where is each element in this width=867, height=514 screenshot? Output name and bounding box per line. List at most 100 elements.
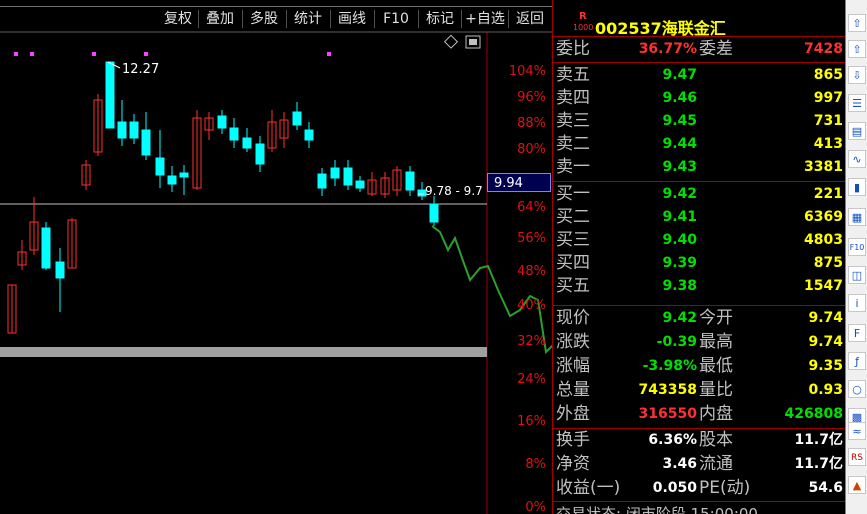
weicha-value: 7428 (804, 41, 843, 57)
fuquan-button[interactable]: 复权 (158, 8, 198, 30)
total-volume: 743358 (638, 382, 697, 398)
back-button[interactable]: 返回 (510, 8, 550, 30)
eps-value: 0.050 (652, 480, 697, 496)
candle-body (117, 121, 127, 139)
margin-mark: R (579, 11, 587, 22)
sell-volume: 3381 (804, 159, 843, 175)
quote-label: 涨幅 (556, 356, 590, 376)
sell-row[interactable]: 卖一 9.43 3381 (553, 156, 845, 179)
quote-label: 最低 (699, 356, 733, 376)
fund-label: 净资 (556, 454, 590, 474)
pct-label: 88% (517, 116, 546, 131)
down-arrow-outline-icon[interactable]: ⇩ (848, 66, 866, 84)
candle-icon[interactable]: ▮ (848, 178, 866, 196)
fund-label: 流通 (699, 454, 733, 474)
sell-label: 卖三 (556, 111, 590, 131)
buy-row[interactable]: 买二 9.41 6369 (553, 206, 845, 229)
sell-row[interactable]: 卖四 9.46 997 (553, 87, 845, 110)
sell-price: 9.44 (662, 136, 697, 152)
quote-label: 涨跌 (556, 332, 590, 352)
toolbar-divider (508, 10, 509, 28)
sell-price: 9.46 (662, 90, 697, 106)
buy-row[interactable]: 买一 9.42 221 (553, 183, 845, 206)
up-arrow-outline-icon[interactable]: ⇧ (848, 40, 866, 58)
chart-icon[interactable]: ◫ (848, 266, 866, 284)
quote-row: 外盘 316550 内盘 426808 (553, 403, 845, 426)
toolbar-divider (330, 10, 331, 28)
quote-label: 内盘 (699, 404, 733, 424)
sell-volume: 865 (813, 67, 843, 83)
wave-icon[interactable]: ≈ (848, 422, 866, 440)
sell-row[interactable]: 卖五 9.47 865 (553, 64, 845, 87)
event-marker (327, 52, 331, 56)
sell-price: 9.47 (662, 67, 697, 83)
divider (553, 36, 845, 37)
buy-row[interactable]: 买四 9.39 875 (553, 252, 845, 275)
pct-label: 40% (517, 298, 546, 313)
turnover-value: 6.36% (648, 432, 697, 448)
fund-label: 换手 (556, 430, 590, 450)
toolbar-divider (242, 10, 243, 28)
list-icon[interactable]: ☰ (848, 94, 866, 112)
fx-icon[interactable]: ƒ (848, 352, 866, 370)
quote-label: 总量 (556, 380, 590, 400)
rsi-icon[interactable]: RS (848, 448, 866, 466)
multi-stock-button[interactable]: 多股 (244, 8, 284, 30)
statistics-button[interactable]: 统计 (288, 8, 328, 30)
add-watchlist-button[interactable]: +自选 (462, 8, 508, 30)
candle-body (229, 127, 239, 141)
pct-label: 0% (525, 500, 546, 514)
buy-price: 9.39 (662, 255, 697, 271)
sell-label: 卖五 (556, 65, 590, 85)
divider (553, 181, 845, 182)
sell-row[interactable]: 卖三 9.45 731 (553, 110, 845, 133)
diamond-icon (443, 34, 459, 49)
buy-row[interactable]: 买三 9.40 4803 (553, 229, 845, 252)
quote-label: 现价 (556, 308, 590, 328)
f10-button[interactable]: F10 (376, 8, 416, 30)
candle-body (330, 167, 340, 179)
candle-body (55, 261, 65, 279)
quote-row: 涨幅 -3.98% 最低 9.35 (553, 355, 845, 378)
quote-label: 今开 (699, 308, 733, 328)
up-arrow-icon[interactable]: ⇧ (848, 14, 866, 32)
max-price-label: 12.27 (122, 62, 159, 77)
line-chart-icon[interactable]: ∿ (848, 150, 866, 168)
pct-label: 16% (517, 414, 546, 429)
up-icon[interactable]: ▲ (848, 476, 866, 494)
fund-label: 收益(一) (556, 478, 621, 498)
pct-label: 8% (525, 457, 546, 472)
share-capital: 11.7亿 (794, 432, 843, 448)
buy-label: 买三 (556, 230, 590, 250)
mark-button[interactable]: 标记 (420, 8, 460, 30)
table-icon[interactable]: ▦ (848, 208, 866, 226)
candle-body (141, 129, 151, 156)
sell-price: 9.45 (662, 113, 697, 129)
app-window: 12.27 9.78 - 9.7 复权 叠加 多股 统计 画线 F10 标记 +自… (0, 0, 867, 514)
bar-chart-icon[interactable]: ▤ (848, 122, 866, 140)
margin-mark-sub: 1000 (573, 23, 594, 32)
quote-row: 现价 9.42 今开 9.74 (553, 307, 845, 330)
buy-label: 买四 (556, 253, 590, 273)
change-value: -0.39 (656, 334, 697, 350)
sell-row[interactable]: 卖二 9.44 413 (553, 133, 845, 156)
candle-body (255, 143, 265, 165)
f-icon[interactable]: F (848, 324, 866, 342)
circle-icon[interactable]: ○ (848, 380, 866, 398)
sell-volume: 997 (813, 90, 843, 106)
fund-row: 净资 3.46 流通 11.7亿 (553, 453, 845, 476)
outer-volume: 316550 (638, 406, 697, 422)
kline-chart[interactable]: 12.27 9.78 - 9.7 (0, 0, 552, 514)
fund-row: 换手 6.36% 股本 11.7亿 (553, 429, 845, 452)
pct-label: 96% (517, 90, 546, 105)
sell-price: 9.43 (662, 159, 697, 175)
info-icon[interactable]: i (848, 294, 866, 312)
chart-toolbar: 复权 叠加 多股 统计 画线 F10 标记 +自选 返回 (0, 6, 552, 31)
f10-icon[interactable]: F10 (848, 238, 866, 256)
buy-row[interactable]: 买五 9.38 1547 (553, 275, 845, 298)
overlay-button[interactable]: 叠加 (200, 8, 240, 30)
event-marker (14, 52, 18, 56)
event-marker (144, 52, 148, 56)
open-price: 9.74 (808, 310, 843, 326)
draw-line-button[interactable]: 画线 (332, 8, 372, 30)
